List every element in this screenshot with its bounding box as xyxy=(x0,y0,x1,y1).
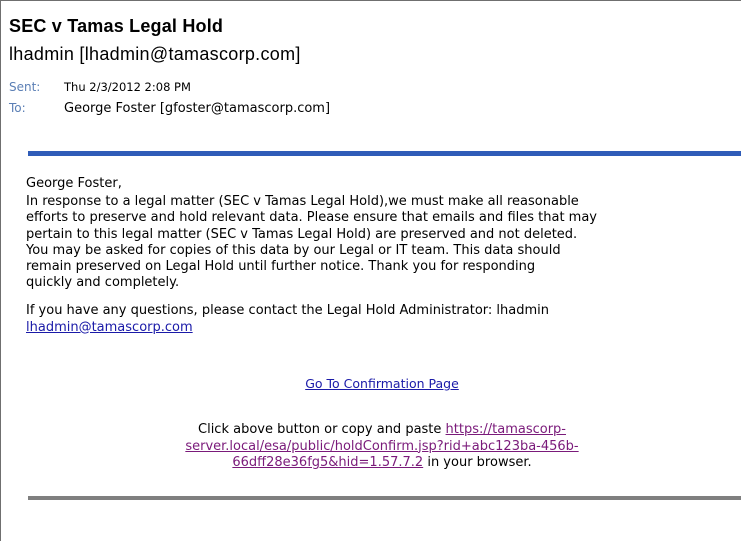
sent-label: Sent: xyxy=(9,80,41,94)
body-paragraph-2: If you have any questions, please contac… xyxy=(26,303,738,335)
email-from: lhadmin [lhadmin@tamascorp.com] xyxy=(9,44,301,64)
confirm-url-link-3[interactable]: 66dff28e36fg5&hid=1.57.7.2 xyxy=(232,455,423,470)
footer-divider xyxy=(28,496,741,500)
instruction-prefix: Click above button or copy and paste xyxy=(198,422,442,437)
sent-value: Thu 2/3/2012 2:08 PM xyxy=(64,80,191,94)
confirm-link-container: Go To Confirmation Page xyxy=(26,376,738,391)
to-value: George Foster [gfoster@tamascorp.com] xyxy=(64,101,331,116)
contact-text: If you have any questions, please contac… xyxy=(26,303,549,319)
body-paragraph-1: In response to a legal matter (SEC v Tam… xyxy=(26,194,598,291)
admin-email-link[interactable]: lhadmin@tamascorp.com xyxy=(26,320,193,335)
email-subject: SEC v Tamas Legal Hold xyxy=(9,16,224,36)
instruction-suffix: in your browser. xyxy=(427,455,532,470)
to-label: To: xyxy=(9,101,26,115)
confirm-url-link-1[interactable]: https://tamascorp- xyxy=(446,422,566,437)
header-divider xyxy=(28,151,741,156)
greeting: George Foster, xyxy=(26,176,122,191)
confirm-url-link-2[interactable]: server.local/esa/public/holdConfirm.jsp?… xyxy=(185,439,578,454)
email-body: George Foster, In response to a legal ma… xyxy=(26,176,738,336)
instruction-text: Click above button or copy and paste htt… xyxy=(26,422,738,472)
confirmation-page-link[interactable]: Go To Confirmation Page xyxy=(305,376,459,391)
